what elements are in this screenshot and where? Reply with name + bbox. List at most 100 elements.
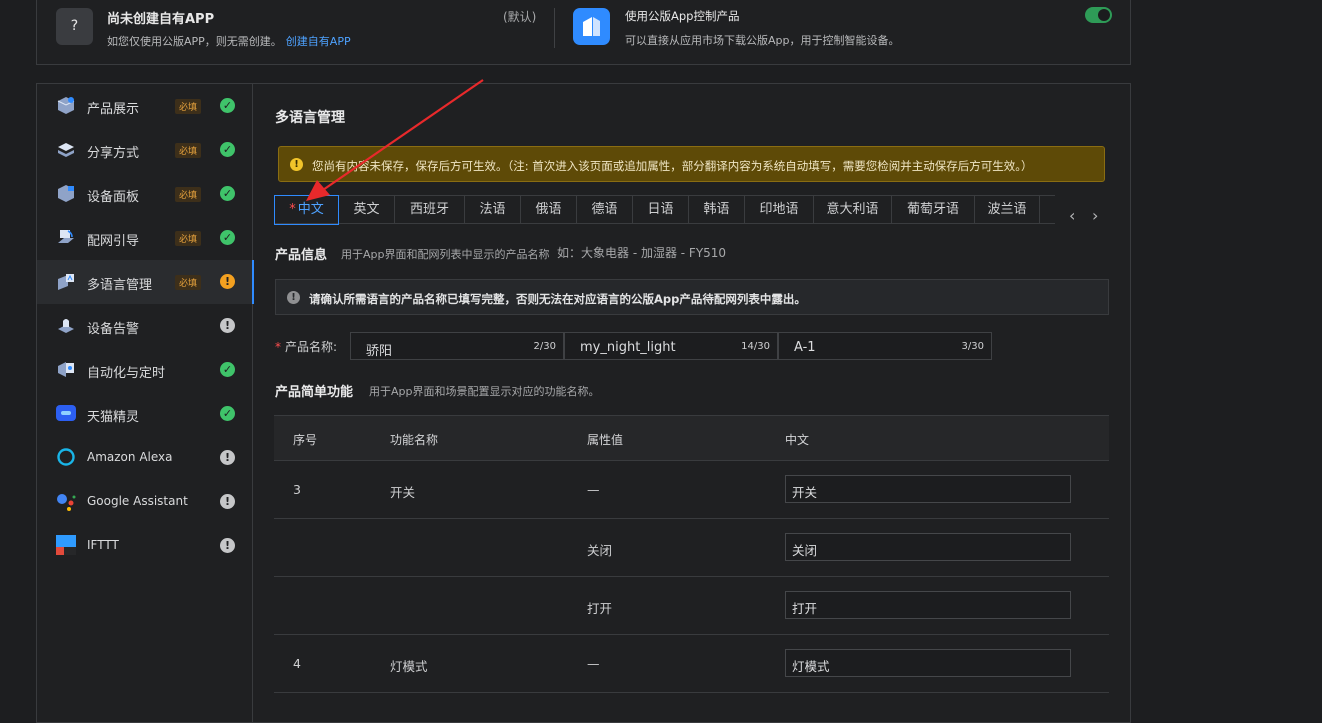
product-info-desc: 用于App界面和配网列表中显示的产品名称 bbox=[341, 248, 550, 261]
share-icon bbox=[58, 143, 74, 157]
sidebar-item-label: Google Assistant bbox=[87, 494, 188, 508]
required-badge: 必填 bbox=[175, 275, 202, 290]
sidebar-item-label: 设备告警 bbox=[87, 322, 140, 337]
alexa-icon bbox=[57, 448, 75, 466]
tab-en[interactable]: 英文 bbox=[339, 196, 395, 224]
required-badge: 必填 bbox=[175, 143, 202, 158]
check-icon: ✓ bbox=[220, 362, 235, 377]
info-icon: ! bbox=[220, 494, 235, 509]
char-count: 2/30 bbox=[533, 341, 556, 352]
sidebar-item-label: 设备面板 bbox=[87, 190, 140, 205]
tab-hi[interactable]: 印地语 bbox=[745, 196, 814, 224]
sidebar-item-tmall-genie[interactable]: 天猫精灵 ✓ bbox=[37, 392, 253, 436]
public-app-toggle[interactable] bbox=[1085, 7, 1112, 23]
create-app-link[interactable]: 创建自有APP bbox=[286, 35, 351, 48]
question-icon: ? bbox=[56, 8, 93, 45]
translation-input[interactable]: 打开 bbox=[785, 591, 1071, 619]
sidebar-item-label: 多语言管理 bbox=[87, 278, 153, 293]
info-icon: ! bbox=[220, 538, 235, 553]
product-info-title: 产品信息 bbox=[275, 248, 328, 263]
simple-function-desc: 用于App界面和场景配置显示对应的功能名称。 bbox=[369, 385, 600, 398]
tab-fr[interactable]: 法语 bbox=[465, 196, 521, 224]
automation-icon bbox=[58, 362, 74, 377]
table-header: 序号 功能名称 属性值 中文 bbox=[274, 415, 1109, 461]
col-index: 序号 bbox=[293, 433, 318, 447]
translation-input[interactable]: 开关 bbox=[785, 475, 1071, 503]
col-function-name: 功能名称 bbox=[390, 433, 439, 447]
sidebar-item-network-guide[interactable]: 配网引导 必填 ✓ bbox=[37, 216, 253, 260]
sidebar-item-label: IFTTT bbox=[87, 538, 119, 552]
main-panel: 产品展示 必填 ✓ 分享方式 必填 ✓ 设备面板 必填 ✓ 配网引导 必填 ✓ … bbox=[36, 83, 1131, 723]
col-value: 属性值 bbox=[587, 433, 624, 447]
table-row: 4 灯模式 — 灯模式 bbox=[274, 635, 1109, 693]
sidebar-item-label: 自动化与定时 bbox=[87, 366, 166, 381]
cube-icon bbox=[57, 97, 75, 114]
tab-ko[interactable]: 韩语 bbox=[689, 196, 745, 224]
name-notice-text: 请确认所需语言的产品名称已填写完整，否则无法在对应语言的公版App产品待配网列表… bbox=[309, 292, 806, 306]
tab-pt[interactable]: 葡萄牙语 bbox=[892, 196, 975, 224]
product-info-example: 如：大象电器 - 加湿器 - FY510 bbox=[557, 246, 727, 260]
tab-pl[interactable]: 波兰语 bbox=[975, 196, 1040, 224]
warning-icon: ! bbox=[290, 158, 303, 171]
char-count: 14/30 bbox=[741, 341, 770, 352]
tab-es[interactable]: 西班牙 bbox=[395, 196, 465, 224]
panel-icon bbox=[58, 185, 74, 202]
unsaved-warning-banner: ! 您尚有内容未保存，保存后方可生效。（注: 首次进入该页面或追加属性，部分翻译… bbox=[278, 146, 1105, 182]
table-row: 关闭 关闭 bbox=[274, 519, 1109, 577]
own-app-subtitle: 如您仅使用公版APP，则无需创建。 创建自有APP bbox=[107, 35, 351, 48]
tabs-next-button[interactable]: › bbox=[1092, 206, 1098, 225]
sidebar-item-device-alarm[interactable]: 设备告警 ! bbox=[37, 304, 253, 348]
sidebar-item-google-assistant[interactable]: Google Assistant ! bbox=[37, 480, 253, 524]
product-name-label: * 产品名称: bbox=[275, 340, 338, 354]
sidebar-item-device-panel[interactable]: 设备面板 必填 ✓ bbox=[37, 172, 253, 216]
check-icon: ✓ bbox=[220, 230, 235, 245]
unsaved-warning-text: 您尚有内容未保存，保存后方可生效。（注: 首次进入该页面或追加属性，部分翻译内容… bbox=[312, 159, 1033, 173]
col-zh: 中文 bbox=[785, 433, 810, 447]
sidebar-item-automation[interactable]: 自动化与定时 ✓ bbox=[37, 348, 253, 392]
simple-function-title: 产品简单功能 bbox=[275, 385, 354, 400]
name-notice-banner: ! 请确认所需语言的产品名称已填写完整，否则无法在对应语言的公版App产品待配网… bbox=[275, 279, 1109, 315]
char-count: 3/30 bbox=[961, 341, 984, 352]
wifi-icon bbox=[58, 230, 74, 243]
sidebar-item-product-display[interactable]: 产品展示 必填 ✓ bbox=[37, 84, 253, 128]
sidebar-item-label: 分享方式 bbox=[87, 146, 140, 161]
table-row: 3 开关 — 开关 bbox=[274, 461, 1109, 519]
translation-input[interactable]: 灯模式 bbox=[785, 649, 1071, 677]
tab-de[interactable]: 德语 bbox=[577, 196, 633, 224]
product-name-input-en[interactable]: my_night_light 14/30 bbox=[564, 332, 778, 360]
sidebar-item-label: 产品展示 bbox=[87, 102, 140, 117]
language-icon bbox=[58, 274, 74, 290]
translation-input[interactable]: 关闭 bbox=[785, 533, 1071, 561]
check-icon: ✓ bbox=[220, 186, 235, 201]
sidebar-item-alexa[interactable]: Amazon Alexa ! bbox=[37, 436, 253, 480]
public-app-desc: 可以直接从应用市场下载公版App，用于控制智能设备。 bbox=[625, 34, 900, 47]
tab-it[interactable]: 意大利语 bbox=[814, 196, 892, 224]
required-badge: 必填 bbox=[175, 99, 202, 114]
default-tag: (默认) bbox=[503, 10, 537, 24]
sidebar-item-share[interactable]: 分享方式 必填 ✓ bbox=[37, 128, 253, 172]
check-icon: ✓ bbox=[220, 98, 235, 113]
divider bbox=[554, 8, 555, 48]
sidebar-item-label: Amazon Alexa bbox=[87, 450, 173, 464]
app-config-card: ? 尚未创建自有APP 如您仅使用公版APP，则无需创建。 创建自有APP (默认… bbox=[36, 0, 1131, 65]
public-app-icon bbox=[573, 8, 610, 45]
sidebar-item-multilanguage[interactable]: 多语言管理 必填 ! bbox=[37, 260, 254, 304]
table-row: 打开 打开 bbox=[274, 577, 1109, 635]
info-icon: ! bbox=[220, 318, 235, 333]
sidebar-item-label: 配网引导 bbox=[87, 234, 140, 249]
tmall-genie-icon bbox=[56, 405, 76, 421]
google-assistant-icon bbox=[57, 494, 76, 511]
sidebar-item-ifttt[interactable]: IFTTT ! bbox=[37, 524, 253, 568]
info-icon: ! bbox=[287, 291, 300, 304]
tab-ru[interactable]: 俄语 bbox=[521, 196, 577, 224]
product-name-input-zh[interactable]: 骄阳 2/30 bbox=[350, 332, 564, 360]
tab-ja[interactable]: 日语 bbox=[633, 196, 689, 224]
sidebar: 产品展示 必填 ✓ 分享方式 必填 ✓ 设备面板 必填 ✓ 配网引导 必填 ✓ … bbox=[37, 84, 254, 722]
alarm-icon bbox=[58, 319, 74, 333]
tab-zh[interactable]: * 中文 bbox=[274, 195, 339, 225]
tabs-prev-button[interactable]: ‹ bbox=[1069, 206, 1075, 225]
required-badge: 必填 bbox=[175, 187, 202, 202]
ifttt-icon bbox=[56, 535, 76, 555]
product-name-input-es[interactable]: A-1 3/30 bbox=[778, 332, 992, 360]
info-icon: ! bbox=[220, 450, 235, 465]
